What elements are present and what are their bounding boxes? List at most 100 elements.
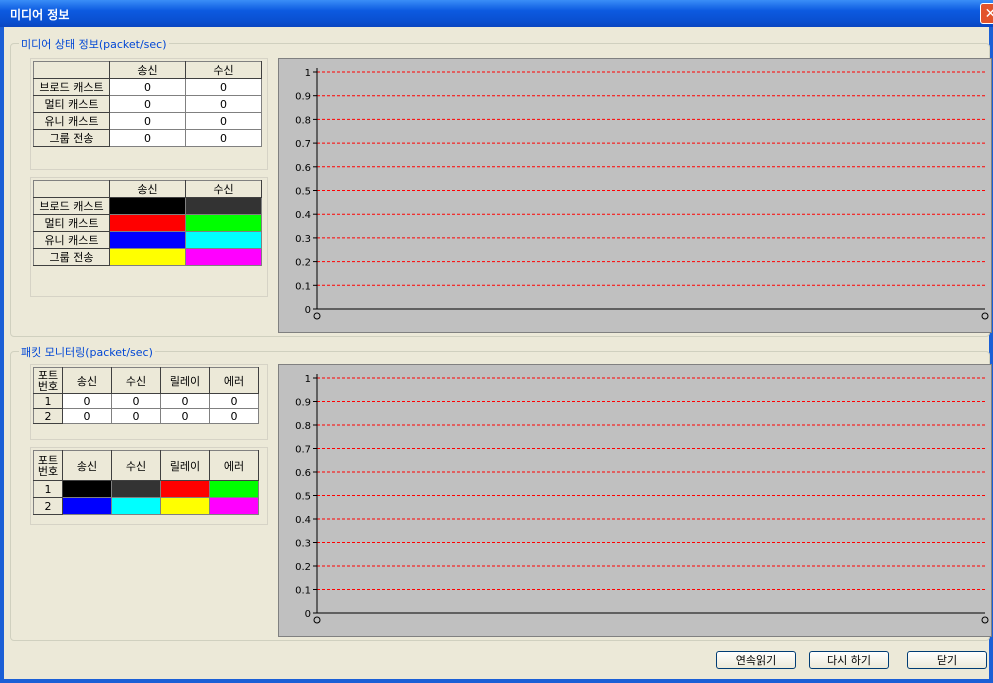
send-color-swatch[interactable] <box>109 248 186 266</box>
y-tick-label: 1 <box>305 68 311 79</box>
y-tick-label: 0.3 <box>295 234 311 245</box>
y-tick-label: 0.1 <box>295 586 311 597</box>
packet-monitoring-group-title: 패킷 모니터링(packet/sec) <box>19 344 155 360</box>
row-label: 그룹 전송 <box>33 129 110 147</box>
port-number: 1 <box>33 480 63 498</box>
table-row: 10000 <box>33 393 259 409</box>
y-tick-label: 0.4 <box>295 210 311 221</box>
recv-color-swatch[interactable] <box>185 197 262 215</box>
close-button[interactable]: 닫기 <box>907 651 987 669</box>
send-color-swatch[interactable] <box>109 197 186 215</box>
y-tick-label: 0.5 <box>295 187 311 198</box>
recv-color-swatch[interactable] <box>185 214 262 232</box>
column-header: 송신 <box>62 367 112 394</box>
y-tick-label: 0.4 <box>295 515 311 526</box>
media-status-group-title: 미디어 상태 정보(packet/sec) <box>19 36 169 52</box>
table-row: 유니 캐스트 0 0 <box>33 112 262 130</box>
packet-value: 0 <box>62 393 112 409</box>
packet-value: 0 <box>111 408 161 424</box>
color-swatch[interactable] <box>62 497 112 515</box>
column-header: 수신 <box>111 450 161 481</box>
row-label: 유니 캐스트 <box>33 112 110 130</box>
table-row: 1 <box>33 480 259 498</box>
media-color-table: 송신 수신 브로드 캐스트 멀티 캐스트 유니 캐스트 그룹 전송 <box>33 180 262 266</box>
color-swatch[interactable] <box>62 480 112 498</box>
window-title: 미디어 정보 <box>10 8 70 22</box>
y-tick-label: 0.2 <box>295 562 311 573</box>
header-corner <box>33 61 110 79</box>
color-swatch[interactable] <box>111 497 161 515</box>
packet-value: 0 <box>160 393 210 409</box>
y-tick-label: 0 <box>305 305 311 316</box>
port-number: 2 <box>33 408 63 424</box>
send-value: 0 <box>109 95 186 113</box>
y-tick-label: 0.6 <box>295 468 311 479</box>
header-send: 송신 <box>109 180 186 198</box>
packet-value: 0 <box>209 408 259 424</box>
header-corner <box>33 180 110 198</box>
close-icon[interactable]: ✕ <box>980 3 993 24</box>
y-tick-label: 0.6 <box>295 163 311 174</box>
column-header: 에러 <box>209 450 259 481</box>
table-row: 멀티 캐스트 <box>33 214 262 232</box>
packet-color-panel: 포트 번호 송신 수신 릴레이 에러 12 <box>30 447 268 525</box>
dialog-window: 미디어 정보 ✕ 미디어 상태 정보(packet/sec) 송신 수신 브로드… <box>0 0 993 683</box>
header-send: 송신 <box>109 61 186 79</box>
column-header: 수신 <box>111 367 161 394</box>
table-row: 브로드 캐스트 0 0 <box>33 78 262 96</box>
title-bar[interactable]: 미디어 정보 ✕ <box>0 0 993 27</box>
y-tick-label: 0.9 <box>295 398 311 409</box>
continuous-read-button[interactable]: 연속읽기 <box>716 651 796 669</box>
y-tick-label: 0.8 <box>295 115 311 126</box>
media-value-table: 송신 수신 브로드 캐스트 0 0 멀티 캐스트 0 0 유니 캐스트 0 0 그룹 전송 0 0 <box>33 61 262 147</box>
dialog-client-area: 미디어 상태 정보(packet/sec) 송신 수신 브로드 캐스트 0 0 멀티 … <box>4 27 992 679</box>
color-swatch[interactable] <box>209 480 259 498</box>
table-row: 그룹 전송 0 0 <box>33 129 262 147</box>
header-recv: 수신 <box>185 180 262 198</box>
table-row: 20000 <box>33 408 259 424</box>
table-row: 유니 캐스트 <box>33 231 262 249</box>
y-tick-label: 0.9 <box>295 92 311 103</box>
port-header: 포트 번호 <box>33 367 63 394</box>
packet-chart: 1 0.9 0.8 0.7 0.6 0.5 0.4 0.3 0.2 0.1 0 <box>278 364 992 637</box>
table-row: 2 <box>33 497 259 515</box>
y-tick-label: 1 <box>305 374 311 385</box>
row-label: 그룹 전송 <box>33 248 110 266</box>
table-row: 그룹 전송 <box>33 248 262 266</box>
send-color-swatch[interactable] <box>109 214 186 232</box>
recv-color-swatch[interactable] <box>185 248 262 266</box>
packet-value: 0 <box>111 393 161 409</box>
column-header: 릴레이 <box>160 450 210 481</box>
column-header: 릴레이 <box>160 367 210 394</box>
y-tick-label: 0.5 <box>295 492 311 503</box>
color-swatch[interactable] <box>160 480 210 498</box>
color-swatch[interactable] <box>111 480 161 498</box>
media-color-panel: 송신 수신 브로드 캐스트 멀티 캐스트 유니 캐스트 그룹 전송 <box>30 177 268 297</box>
row-label: 멀티 캐스트 <box>33 214 110 232</box>
packet-value-panel: 포트 번호 송신 수신 릴레이 에러 1000020000 <box>30 364 268 440</box>
row-label: 브로드 캐스트 <box>33 78 110 96</box>
header-recv: 수신 <box>185 61 262 79</box>
y-tick-label: 0 <box>305 609 311 620</box>
row-label: 멀티 캐스트 <box>33 95 110 113</box>
recv-value: 0 <box>185 112 262 130</box>
column-header: 송신 <box>62 450 112 481</box>
recv-value: 0 <box>185 78 262 96</box>
send-value: 0 <box>109 129 186 147</box>
send-color-swatch[interactable] <box>109 231 186 249</box>
row-label: 유니 캐스트 <box>33 231 110 249</box>
y-tick-label: 0.2 <box>295 258 311 269</box>
port-number: 1 <box>33 393 63 409</box>
y-tick-label: 0.7 <box>295 445 311 456</box>
port-number: 2 <box>33 497 63 515</box>
recv-color-swatch[interactable] <box>185 231 262 249</box>
send-value: 0 <box>109 112 186 130</box>
retry-button[interactable]: 다시 하기 <box>809 651 889 669</box>
send-value: 0 <box>109 78 186 96</box>
color-swatch[interactable] <box>160 497 210 515</box>
port-header: 포트 번호 <box>33 450 63 481</box>
column-header: 에러 <box>209 367 259 394</box>
y-tick-label: 0.7 <box>295 139 311 150</box>
color-swatch[interactable] <box>209 497 259 515</box>
y-tick-label: 0.8 <box>295 421 311 432</box>
